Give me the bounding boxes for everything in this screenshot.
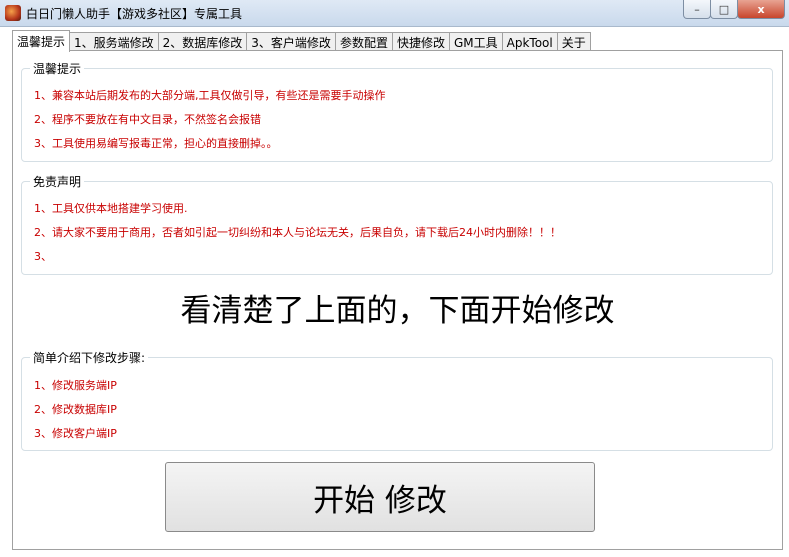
step-line: 2、修改数据库IP	[34, 403, 117, 416]
steps-group: 简单介绍下修改步骤: 1、修改服务端IP 2、修改数据库IP 3、修改客户端IP	[21, 349, 773, 451]
headline-text: 看清楚了上面的，下面开始修改	[180, 293, 615, 329]
start-modify-button[interactable]: 开始 修改	[165, 462, 595, 532]
disclaimer-line: 2、请大家不要用于商用，否者如引起一切纠纷和本人与论坛无关，后果自负，请下载后2…	[34, 226, 561, 239]
tip-line: 2、程序不要放在有中文目录，不然签名会报错	[34, 113, 261, 126]
tab-server-modify[interactable]: 1、服务端修改	[69, 32, 159, 52]
step-line: 1、修改服务端IP	[34, 379, 117, 392]
tab-database-modify[interactable]: 2、数据库修改	[157, 32, 248, 52]
disclaimer-line: 3、	[34, 250, 52, 263]
tab-client-modify[interactable]: 3、客户端修改	[246, 32, 336, 52]
tip-line: 3、工具使用易编写报毒正常，担心的直接删掉。。	[34, 137, 278, 150]
tab-params-config[interactable]: 参数配置	[334, 32, 393, 52]
maximize-button[interactable]: □	[710, 0, 738, 19]
tip-line: 1、兼容本站后期发布的大部分端,工具仅做引导，有些还是需要手动操作	[34, 89, 386, 102]
tab-apktool[interactable]: ApkTool	[501, 32, 558, 52]
disclaimer-line: 1、工具仅供本地搭建学习使用.	[34, 202, 188, 215]
tab-gm-tools[interactable]: GM工具	[448, 32, 503, 52]
minimize-button[interactable]: –	[683, 0, 711, 19]
disclaimer-group-title: 免责声明	[30, 173, 85, 190]
tips-group: 温馨提示 1、兼容本站后期发布的大部分端,工具仅做引导，有些还是需要手动操作 2…	[21, 60, 773, 162]
window-title: 白日门懒人助手【游戏多社区】专属工具	[26, 7, 243, 21]
tab-bar: 温馨提示 1、服务端修改 2、数据库修改 3、客户端修改 参数配置 快捷修改 G…	[12, 30, 591, 52]
steps-group-title: 简单介绍下修改步骤:	[30, 349, 149, 366]
tab-quick-modify[interactable]: 快捷修改	[391, 32, 450, 52]
close-button[interactable]: x	[737, 0, 785, 19]
tips-group-title: 温馨提示	[30, 60, 85, 77]
step-line: 3、修改客户端IP	[34, 427, 117, 440]
disclaimer-group: 免责声明 1、工具仅供本地搭建学习使用. 2、请大家不要用于商用，否者如引起一切…	[21, 173, 773, 275]
title-bar: 白日门懒人助手【游戏多社区】专属工具 – □ x	[0, 0, 789, 27]
tab-tips[interactable]: 温馨提示	[12, 30, 71, 52]
app-icon	[5, 5, 21, 21]
tab-panel: 温馨提示 1、兼容本站后期发布的大部分端,工具仅做引导，有些还是需要手动操作 2…	[12, 50, 783, 550]
tab-about[interactable]: 关于	[556, 32, 591, 52]
